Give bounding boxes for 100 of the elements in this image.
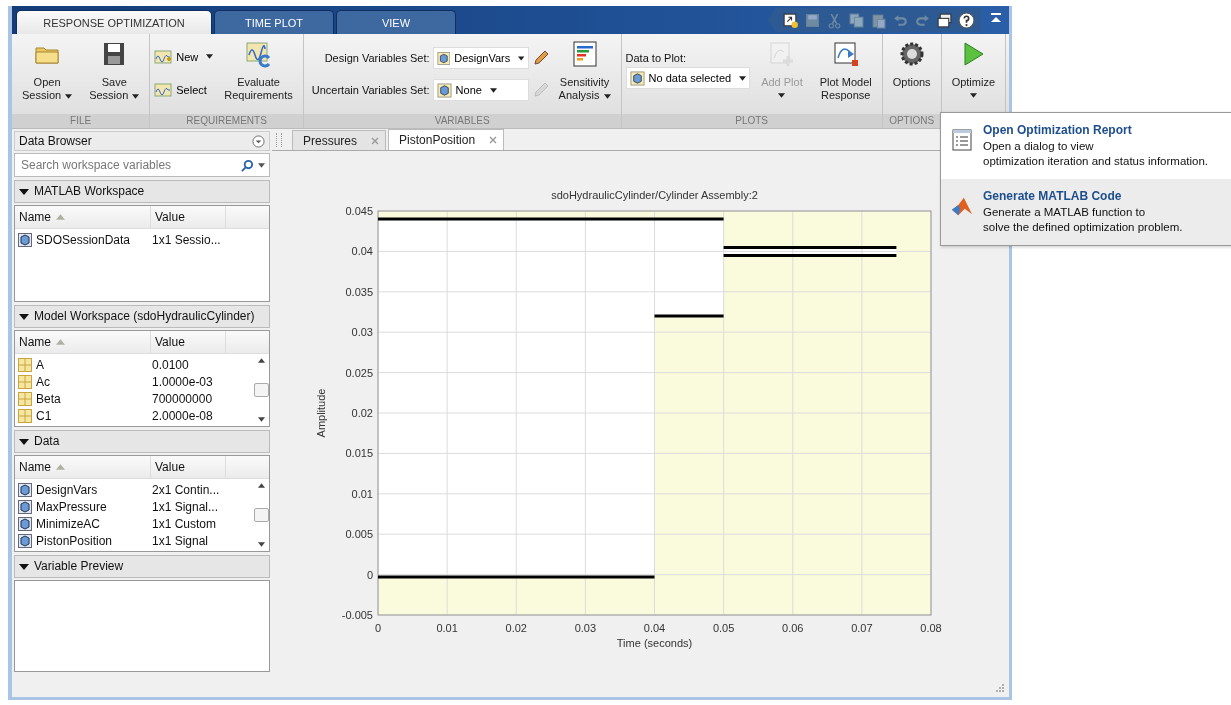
y-axis-label: Amplitude bbox=[315, 388, 327, 438]
column-header[interactable]: Name bbox=[15, 456, 151, 478]
bar-chart-icon bbox=[570, 40, 599, 68]
sort-arrow-icon bbox=[56, 339, 65, 345]
variable-name[interactable]: PistonPosition bbox=[15, 533, 146, 548]
caret-icon bbox=[132, 93, 140, 99]
document-tab[interactable]: PistonPosition bbox=[388, 129, 505, 150]
section-header[interactable]: MATLAB Workspace bbox=[14, 180, 270, 203]
scroll-down-icon[interactable] bbox=[257, 417, 265, 422]
ribbon-tab[interactable]: RESPONSE OPTIMIZATION bbox=[16, 10, 212, 34]
column-header[interactable]: Value bbox=[151, 331, 226, 353]
y-tick-label: 0.045 bbox=[345, 205, 373, 217]
variable-name[interactable]: Beta bbox=[15, 391, 146, 406]
bound-line[interactable] bbox=[723, 245, 897, 249]
matrix-icon bbox=[18, 391, 32, 406]
variables-set-dropdown[interactable]: None bbox=[432, 79, 529, 101]
section-label: VARIABLES bbox=[303, 114, 621, 128]
collapse-ribbon-icon[interactable] bbox=[989, 10, 1003, 25]
menu-item-description: Open a dialog to view optimization iteration and status information. bbox=[983, 139, 1208, 169]
plot-add-icon bbox=[767, 40, 796, 68]
waveform-refresh-icon bbox=[244, 40, 273, 68]
column-header[interactable]: Name bbox=[15, 331, 151, 353]
panel-title: Data Browser bbox=[19, 134, 92, 148]
panel-menu-icon[interactable] bbox=[252, 134, 265, 148]
help-icon[interactable] bbox=[958, 11, 975, 29]
requirement-button[interactable]: Select bbox=[152, 80, 216, 99]
toolstrip-button[interactable]: Optimize bbox=[943, 38, 1004, 114]
cube-icon bbox=[629, 70, 645, 86]
variable-name[interactable]: SDOSessionData bbox=[15, 232, 146, 247]
toolstrip-button[interactable]: Evaluate Requirements bbox=[216, 38, 301, 114]
object-icon bbox=[18, 232, 32, 247]
variable-name[interactable]: MinimizeAC bbox=[15, 516, 146, 531]
section-label: PLOTS bbox=[621, 114, 882, 128]
resize-grip-icon[interactable] bbox=[995, 683, 1005, 693]
pencil-icon[interactable] bbox=[531, 49, 550, 67]
bound-line[interactable] bbox=[723, 253, 897, 257]
expand-caret-icon bbox=[19, 188, 29, 195]
column-header[interactable]: Name bbox=[15, 206, 151, 228]
toolstrip-button[interactable]: Save Session bbox=[81, 38, 148, 114]
scroll-up-icon[interactable] bbox=[257, 358, 265, 363]
variable-value: 700000000 bbox=[151, 391, 214, 406]
caret-icon bbox=[739, 75, 747, 81]
section-header[interactable]: Variable Preview bbox=[14, 555, 270, 578]
report-icon bbox=[951, 129, 973, 151]
variable-value: 1.0000e-03 bbox=[151, 374, 214, 389]
data-to-plot-dropdown[interactable]: No data selected bbox=[625, 67, 751, 89]
toolstrip-button[interactable]: Plot Model Response bbox=[811, 38, 880, 114]
y-tick-label: 0.005 bbox=[345, 528, 373, 541]
caret-icon bbox=[65, 93, 73, 99]
expand-caret-icon bbox=[19, 563, 29, 570]
variable-name[interactable]: MaxPressure bbox=[15, 499, 146, 514]
windows-icon[interactable] bbox=[936, 11, 953, 29]
caret-icon bbox=[603, 93, 611, 99]
scrollbar-thumb[interactable] bbox=[253, 383, 269, 397]
toolstrip-button[interactable]: Options bbox=[884, 38, 939, 114]
variable-name[interactable]: Ac bbox=[15, 374, 146, 389]
caret-icon[interactable] bbox=[258, 162, 265, 168]
x-tick-label: 0.04 bbox=[643, 622, 666, 634]
toolstrip-button[interactable]: Open Session bbox=[14, 38, 81, 114]
caret-icon bbox=[778, 93, 786, 98]
column-header[interactable]: Value bbox=[151, 206, 226, 228]
y-tick-label: -0.005 bbox=[341, 609, 373, 621]
save-icon[interactable] bbox=[804, 11, 821, 29]
variable-value: 0.0100 bbox=[151, 357, 190, 372]
object-icon bbox=[18, 533, 32, 548]
ribbon-tab[interactable]: VIEW bbox=[336, 10, 456, 34]
ribbon-tab[interactable]: TIME PLOT bbox=[214, 10, 334, 34]
x-tick-label: 0.01 bbox=[436, 622, 458, 634]
shortcut-icon[interactable] bbox=[782, 11, 799, 29]
copy-icon[interactable] bbox=[848, 11, 865, 29]
y-tick-label: 0 bbox=[366, 568, 373, 581]
object-icon bbox=[18, 499, 32, 514]
variables-set-dropdown[interactable]: DesignVars bbox=[432, 47, 529, 69]
section-header[interactable]: Data bbox=[14, 430, 270, 453]
search-icon[interactable] bbox=[241, 158, 254, 172]
toolstrip-button[interactable]: Sensitivity Analysis bbox=[550, 38, 619, 114]
x-tick-label: 0.02 bbox=[505, 622, 527, 634]
x-tick-label: 0.07 bbox=[851, 622, 873, 634]
scroll-down-icon[interactable] bbox=[257, 542, 265, 547]
scrollbar-thumb[interactable] bbox=[253, 508, 269, 522]
variable-name[interactable]: A bbox=[15, 357, 146, 372]
requirement-button[interactable]: New bbox=[152, 47, 216, 66]
variable-value: 1x1 Signal... bbox=[151, 499, 220, 514]
search-box[interactable]: Search workspace variables bbox=[14, 153, 270, 177]
section-header[interactable]: Model Workspace (sdoHydraulicCylinder) bbox=[14, 305, 270, 328]
x-tick-label: 0.05 bbox=[712, 622, 735, 634]
menu-item[interactable]: Generate MATLAB Code Generate a MATLAB function to solve the defined optimization problem. bbox=[941, 179, 1231, 245]
y-tick-label: 0.025 bbox=[345, 366, 373, 379]
column-header[interactable]: Value bbox=[151, 456, 226, 478]
scroll-up-icon[interactable] bbox=[257, 483, 265, 488]
menu-item-description: Generate a MATLAB function to solve the defined optimization problem. bbox=[983, 205, 1183, 235]
variable-name[interactable]: DesignVars bbox=[15, 482, 146, 497]
variable-name[interactable]: C1 bbox=[15, 408, 146, 423]
menu-item[interactable]: Open Optimization Report Open a dialog to view optimization iteration and status information. bbox=[941, 113, 1231, 179]
data-to-plot-label: Data to Plot: bbox=[625, 52, 688, 64]
section-label: FILE bbox=[12, 114, 150, 128]
variable-value: 2x1 Contin... bbox=[151, 482, 221, 497]
y-tick-label: 0.035 bbox=[345, 285, 373, 298]
document-tab[interactable]: Pressures bbox=[292, 130, 387, 150]
close-icon[interactable] bbox=[489, 136, 498, 144]
